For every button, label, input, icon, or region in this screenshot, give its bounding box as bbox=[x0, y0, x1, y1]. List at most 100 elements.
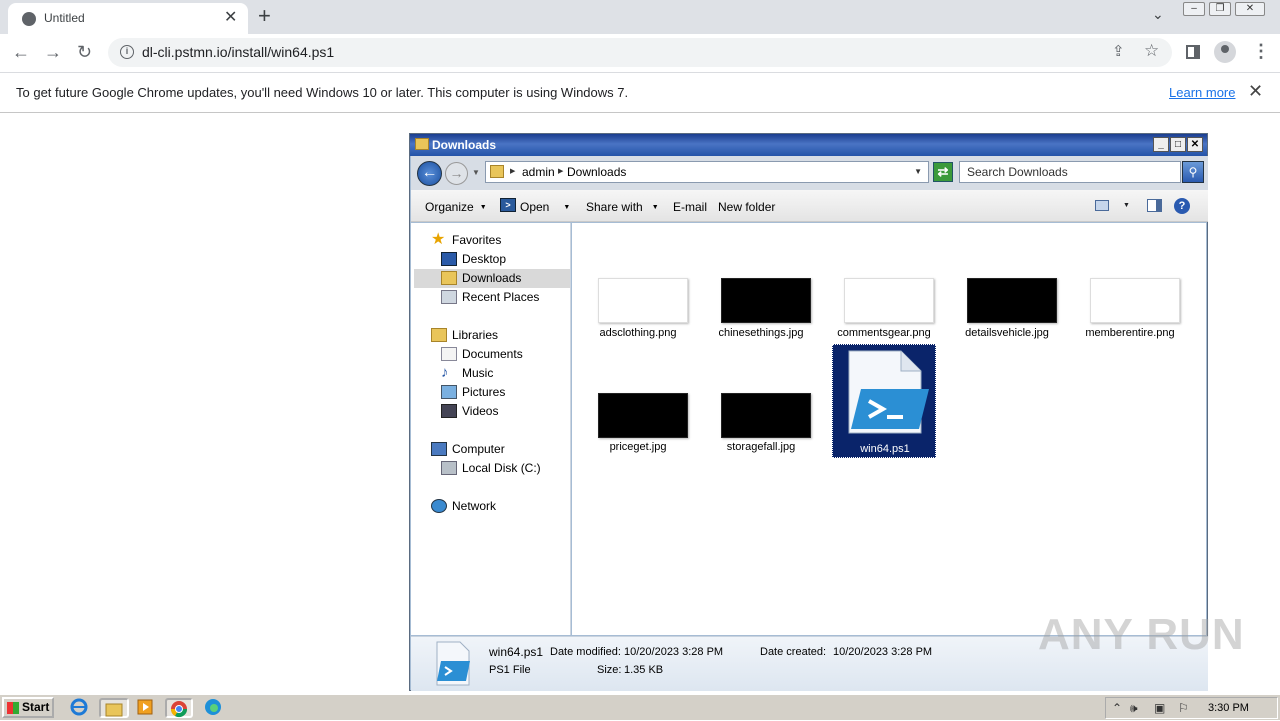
browser-tab[interactable]: Untitled ✕ bbox=[8, 3, 248, 34]
bookmark-star-icon[interactable]: ☆ bbox=[1144, 41, 1159, 61]
file-name: adsclothing.png bbox=[599, 327, 677, 339]
file-list: adsclothing.png chinesethings.jpg commen… bbox=[572, 223, 1206, 635]
pictures-icon bbox=[441, 384, 457, 399]
profile-avatar-icon[interactable] bbox=[1214, 41, 1236, 63]
chrome-icon[interactable] bbox=[165, 698, 193, 718]
folder-icon bbox=[490, 165, 504, 178]
site-info-icon[interactable]: i bbox=[120, 45, 134, 59]
reload-icon[interactable]: ↻ bbox=[77, 42, 92, 63]
edge-icon[interactable] bbox=[204, 698, 226, 718]
help-icon[interactable]: ? bbox=[1174, 198, 1190, 214]
learn-more-link[interactable]: Learn more bbox=[1169, 85, 1235, 100]
explorer-title-bar[interactable]: Downloads _ □ ✕ bbox=[410, 134, 1207, 156]
kebab-menu-icon[interactable]: ⋮ bbox=[1252, 41, 1270, 62]
chevron-down-icon[interactable]: ▼ bbox=[914, 167, 922, 176]
close-window-button[interactable]: ✕ bbox=[1235, 2, 1265, 16]
file-item-adsclothing[interactable]: adsclothing.png bbox=[586, 275, 690, 391]
action-center-flag-icon[interactable]: ⚐ bbox=[1178, 701, 1189, 715]
email-button[interactable]: E-mail bbox=[673, 200, 707, 214]
nav-music[interactable]: ♪ Music bbox=[441, 364, 493, 383]
back-button[interactable]: ← bbox=[417, 161, 442, 186]
detail-created-label: Date created: bbox=[760, 646, 827, 658]
nav-computer[interactable]: Computer bbox=[431, 440, 505, 459]
detail-size-label: Size: bbox=[597, 664, 622, 676]
restore-window-button[interactable]: ❐ bbox=[1209, 2, 1231, 16]
command-bar: Organize ▼ > Open ▼ Share with ▼ E-mail New… bbox=[411, 190, 1208, 222]
file-item-storagefall[interactable]: storagefall.jpg bbox=[709, 390, 813, 506]
file-item-memberentire[interactable]: memberentire.png bbox=[1078, 275, 1182, 391]
minimize-button[interactable]: _ bbox=[1153, 137, 1169, 152]
file-item-priceget[interactable]: priceget.jpg bbox=[586, 390, 690, 506]
chevron-down-icon: ▼ bbox=[479, 204, 487, 212]
detail-file-type: PS1 File bbox=[489, 664, 531, 676]
file-name: win64.ps1 bbox=[860, 443, 910, 455]
explorer-taskbar-icon[interactable] bbox=[99, 698, 129, 718]
breadcrumb-downloads[interactable]: Downloads bbox=[567, 165, 626, 179]
file-item-detailsvehicle[interactable]: detailsvehicle.jpg bbox=[955, 275, 1059, 391]
new-folder-button[interactable]: New folder bbox=[718, 200, 775, 214]
detail-file-name: win64.ps1 bbox=[489, 645, 544, 659]
volume-icon[interactable]: 🕪 bbox=[1130, 701, 1138, 716]
minimize-window-button[interactable]: – bbox=[1183, 2, 1205, 16]
nav-downloads[interactable]: Downloads bbox=[414, 269, 570, 288]
nav-local-disk-label: Local Disk (C:) bbox=[462, 461, 541, 475]
show-hidden-icons[interactable]: ⌃ bbox=[1112, 701, 1122, 715]
nav-videos[interactable]: Videos bbox=[441, 402, 498, 421]
forward-button[interactable]: → bbox=[445, 162, 468, 185]
file-item-chinesethings[interactable]: chinesethings.jpg bbox=[709, 275, 813, 391]
new-tab-button[interactable]: + bbox=[258, 3, 271, 29]
network-tray-icon[interactable]: ▣ bbox=[1154, 701, 1165, 715]
nav-libraries[interactable]: Libraries bbox=[431, 326, 498, 345]
nav-network[interactable]: Network bbox=[431, 497, 496, 516]
tab-close-icon[interactable]: ✕ bbox=[224, 7, 237, 27]
nav-favorites[interactable]: ★ Favorites bbox=[431, 231, 501, 250]
breadcrumb-admin[interactable]: admin bbox=[522, 165, 555, 179]
chevron-right-icon[interactable]: ▶ bbox=[558, 167, 563, 175]
internet-explorer-icon[interactable] bbox=[70, 698, 92, 718]
open-button[interactable]: Open ▼ bbox=[520, 200, 570, 214]
organize-button[interactable]: Organize ▼ bbox=[425, 200, 487, 214]
side-panel-icon[interactable] bbox=[1186, 45, 1200, 59]
windows-logo-icon bbox=[7, 702, 19, 714]
address-bar[interactable]: i dl-cli.pstmn.io/install/win64.ps1 ⇪ ☆ bbox=[108, 38, 1172, 67]
recent-pages-dropdown[interactable]: ▼ bbox=[472, 168, 480, 177]
nav-documents[interactable]: Documents bbox=[441, 345, 523, 364]
share-icon[interactable]: ⇪ bbox=[1112, 42, 1125, 60]
preview-pane-icon[interactable] bbox=[1147, 199, 1162, 212]
nav-desktop-label: Desktop bbox=[462, 252, 507, 266]
computer-icon bbox=[431, 441, 447, 456]
breadcrumb[interactable]: ▶ admin ▶ Downloads ▼ bbox=[485, 161, 929, 183]
image-thumbnail bbox=[721, 278, 811, 323]
network-icon bbox=[431, 498, 447, 513]
file-name: priceget.jpg bbox=[609, 441, 667, 453]
close-button[interactable]: ✕ bbox=[1187, 137, 1203, 152]
search-input[interactable]: Search Downloads bbox=[959, 161, 1181, 183]
music-icon: ♪ bbox=[441, 363, 449, 381]
media-player-icon[interactable] bbox=[136, 698, 158, 718]
back-arrow-icon[interactable]: ← bbox=[12, 42, 30, 63]
nav-pictures[interactable]: Pictures bbox=[441, 383, 505, 402]
nav-local-disk[interactable]: Local Disk (C:) bbox=[441, 459, 541, 478]
star-icon: ★ bbox=[431, 230, 446, 248]
videos-icon bbox=[441, 403, 457, 418]
nav-desktop[interactable]: Desktop bbox=[441, 250, 506, 269]
file-name: detailsvehicle.jpg bbox=[965, 327, 1049, 339]
chevron-down-icon[interactable]: ▼ bbox=[1123, 202, 1130, 209]
refresh-button[interactable]: ⇄ bbox=[933, 162, 953, 182]
nav-recent-places-label: Recent Places bbox=[462, 290, 540, 304]
detail-size-value: 1.35 KB bbox=[624, 664, 664, 676]
forward-arrow-icon[interactable]: → bbox=[44, 42, 62, 63]
search-icon[interactable]: ⚲ bbox=[1182, 161, 1204, 183]
file-name: chinesethings.jpg bbox=[718, 327, 804, 339]
taskbar-clock[interactable]: 3:30 PM bbox=[1208, 702, 1249, 714]
chevron-down-icon[interactable]: ⌄ bbox=[1152, 6, 1164, 23]
chevron-right-icon[interactable]: ▶ bbox=[510, 167, 515, 175]
share-with-button[interactable]: Share with ▼ bbox=[586, 200, 659, 214]
maximize-button[interactable]: □ bbox=[1170, 137, 1186, 152]
close-icon[interactable]: ✕ bbox=[1248, 81, 1263, 102]
file-item-win64-ps1[interactable]: win64.ps1 bbox=[832, 344, 936, 458]
start-button[interactable]: Start bbox=[2, 697, 54, 718]
nav-recent-places[interactable]: Recent Places bbox=[441, 288, 539, 307]
detail-modified-value: 10/20/2023 3:28 PM bbox=[624, 646, 724, 658]
views-icon[interactable] bbox=[1095, 200, 1109, 211]
